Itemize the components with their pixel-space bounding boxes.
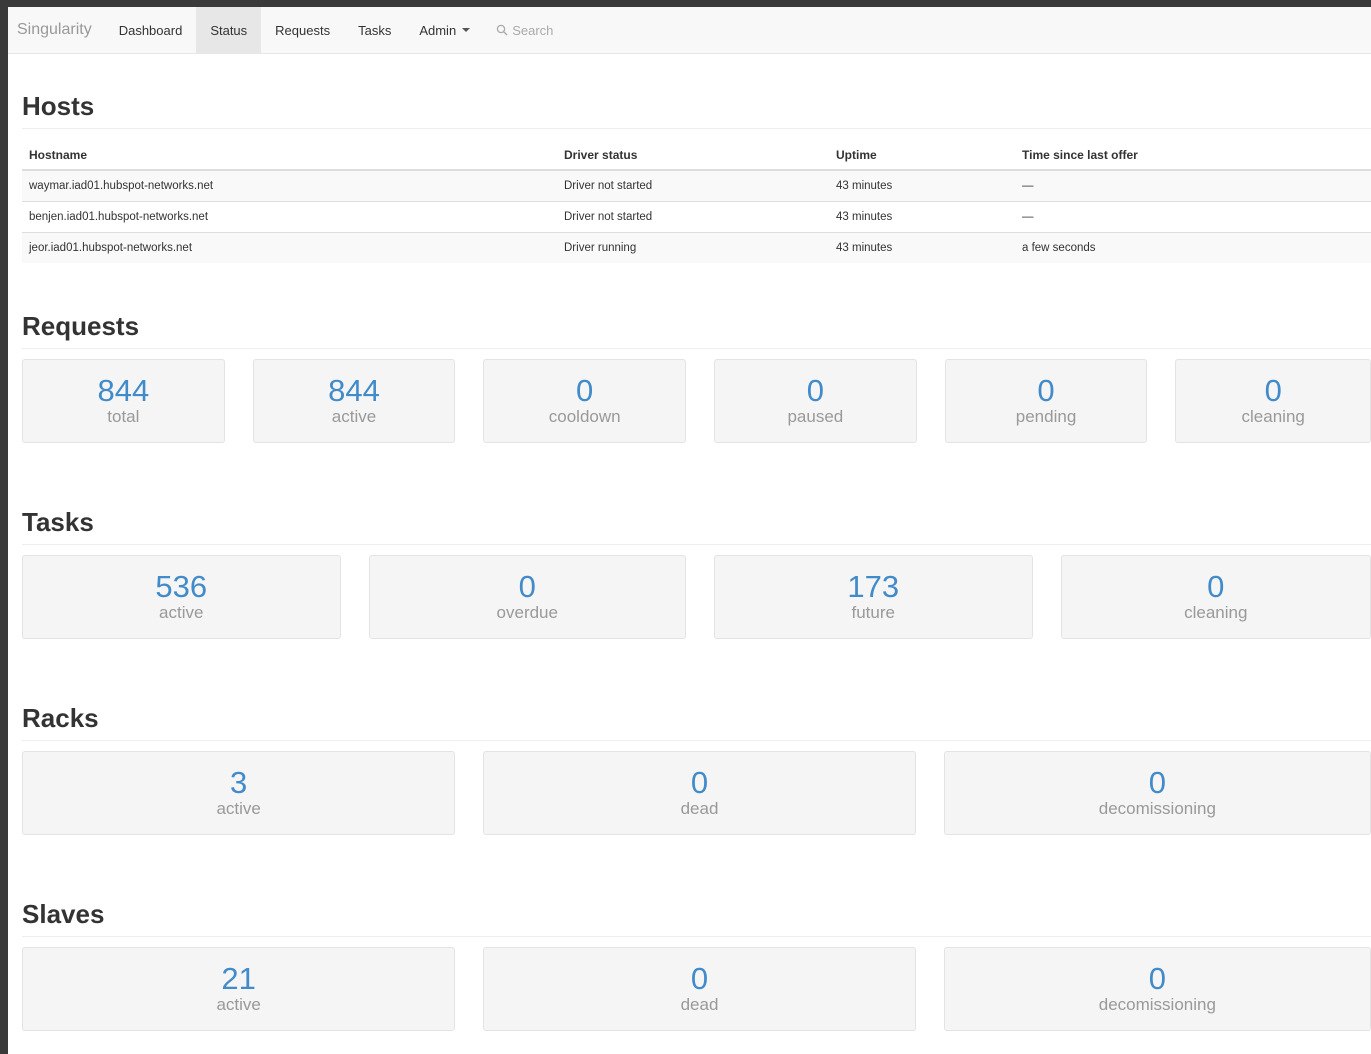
brand-link[interactable]: Singularity xyxy=(8,7,105,53)
tasks-stats: 536 active 0 overdue 173 future 0 cleani… xyxy=(22,555,1371,639)
column-header-driver-status[interactable]: Driver status xyxy=(557,141,829,171)
stat-requests-pending[interactable]: 0 pending xyxy=(944,359,1148,443)
stat-label: dead xyxy=(680,995,719,1014)
caret-down-icon xyxy=(462,28,471,32)
driver-status-cell: Driver running xyxy=(557,232,829,263)
tasks-section: Tasks 536 active 0 overdue 173 future 0 … xyxy=(22,507,1371,639)
navbar: Singularity Dashboard Status Requests Ta… xyxy=(8,7,1371,54)
requests-heading: Requests xyxy=(22,311,1371,349)
table-row: benjen.iad01.hubspot-networks.net Driver… xyxy=(22,201,1371,233)
hostname-cell: jeor.iad01.hubspot-networks.net xyxy=(22,232,557,263)
stat-value: 844 xyxy=(97,373,150,408)
slaves-section: Slaves 21 active 0 dead 0 decomissioning xyxy=(22,899,1371,1031)
hostname-cell: waymar.iad01.hubspot-networks.net xyxy=(22,169,557,202)
stat-requests-active[interactable]: 844 active xyxy=(252,359,456,443)
stat-label: decomissioning xyxy=(1098,799,1216,818)
nav-admin-dropdown[interactable]: Admin xyxy=(405,7,484,53)
last-offer-cell: a few seconds xyxy=(1015,232,1371,263)
table-row: waymar.iad01.hubspot-networks.net Driver… xyxy=(22,169,1371,202)
stat-value: 0 xyxy=(690,765,709,800)
hosts-section: Hosts Hostname Driver status Uptime Time… xyxy=(22,91,1371,263)
nav-admin-label: Admin xyxy=(419,22,457,38)
column-header-uptime[interactable]: Uptime xyxy=(829,141,1015,171)
stat-value: 0 xyxy=(690,961,709,996)
stat-label: active xyxy=(216,799,261,818)
stat-requests-cooldown[interactable]: 0 cooldown xyxy=(483,359,687,443)
stat-requests-cleaning[interactable]: 0 cleaning xyxy=(1175,359,1371,443)
stat-racks-decomissioning[interactable]: 0 decomissioning xyxy=(943,751,1371,835)
stat-value: 0 xyxy=(1148,961,1166,996)
table-row: jeor.iad01.hubspot-networks.net Driver r… xyxy=(22,232,1371,263)
stat-tasks-cleaning[interactable]: 0 cleaning xyxy=(1060,555,1371,639)
last-offer-cell: — xyxy=(1015,201,1371,233)
racks-stats: 3 active 0 dead 0 decomissioning xyxy=(22,751,1371,835)
stat-value: 3 xyxy=(230,765,248,800)
stat-label: future xyxy=(851,603,895,622)
stat-label: cleaning xyxy=(1241,407,1305,426)
stat-value: 536 xyxy=(155,569,208,604)
stat-label: active xyxy=(159,603,204,622)
slaves-heading: Slaves xyxy=(22,899,1371,937)
status-page: Hosts Hostname Driver status Uptime Time… xyxy=(8,91,1371,1031)
stat-value: 0 xyxy=(1148,765,1166,800)
nav-tasks[interactable]: Tasks xyxy=(344,7,405,53)
requests-section: Requests 844 total 844 active 0 cooldown… xyxy=(22,311,1371,443)
stat-label: cleaning xyxy=(1184,603,1248,622)
stat-label: total xyxy=(107,407,140,426)
column-header-last-offer[interactable]: Time since last offer xyxy=(1015,141,1371,171)
stat-requests-paused[interactable]: 0 paused xyxy=(714,359,917,443)
stat-value: 844 xyxy=(328,373,380,408)
table-header-row: Hostname Driver status Uptime Time since… xyxy=(22,141,1371,171)
app-window: Singularity Dashboard Status Requests Ta… xyxy=(8,7,1371,1054)
stat-label: cooldown xyxy=(548,407,621,426)
stat-requests-total[interactable]: 844 total xyxy=(22,359,225,443)
stat-label: pending xyxy=(1015,407,1077,426)
stat-value: 0 xyxy=(1207,569,1225,604)
stat-value: 0 xyxy=(1264,373,1282,408)
stat-value: 0 xyxy=(576,373,594,408)
last-offer-cell: — xyxy=(1015,169,1371,202)
stat-label: active xyxy=(331,407,377,426)
hosts-heading: Hosts xyxy=(22,91,1371,129)
stat-label: overdue xyxy=(496,603,558,622)
stat-value: 0 xyxy=(518,569,536,604)
column-header-hostname[interactable]: Hostname xyxy=(22,141,557,171)
uptime-cell: 43 minutes xyxy=(829,232,1015,263)
uptime-cell: 43 minutes xyxy=(829,169,1015,202)
stat-slaves-active[interactable]: 21 active xyxy=(22,947,456,1031)
tasks-heading: Tasks xyxy=(22,507,1371,545)
stat-racks-active[interactable]: 3 active xyxy=(22,751,456,835)
nav-status[interactable]: Status xyxy=(196,7,262,53)
stat-value: 173 xyxy=(847,569,900,604)
driver-status-cell: Driver not started xyxy=(557,169,829,202)
stat-value: 0 xyxy=(1037,373,1055,408)
search-box xyxy=(484,7,644,53)
driver-status-cell: Driver not started xyxy=(557,201,829,233)
racks-heading: Racks xyxy=(22,703,1371,741)
racks-section: Racks 3 active 0 dead 0 decomissioning xyxy=(22,703,1371,835)
stat-racks-dead[interactable]: 0 dead xyxy=(483,751,916,835)
stat-tasks-active[interactable]: 536 active xyxy=(22,555,341,639)
hostname-cell: benjen.iad01.hubspot-networks.net xyxy=(22,201,557,233)
stat-value: 21 xyxy=(221,961,256,996)
uptime-cell: 43 minutes xyxy=(829,201,1015,233)
stat-slaves-decomissioning[interactable]: 0 decomissioning xyxy=(943,947,1371,1031)
stat-label: paused xyxy=(787,407,844,426)
stat-slaves-dead[interactable]: 0 dead xyxy=(483,947,916,1031)
stat-label: active xyxy=(216,995,261,1014)
stat-label: decomissioning xyxy=(1098,995,1216,1014)
nav-dashboard[interactable]: Dashboard xyxy=(105,7,197,53)
stat-tasks-future[interactable]: 173 future xyxy=(714,555,1033,639)
search-input[interactable] xyxy=(508,22,633,38)
hosts-table: Hostname Driver status Uptime Time since… xyxy=(22,141,1371,263)
stat-value: 0 xyxy=(806,373,824,408)
search-icon xyxy=(496,24,508,36)
stat-label: dead xyxy=(680,799,719,818)
requests-stats: 844 total 844 active 0 cooldown 0 paused… xyxy=(22,359,1371,443)
slaves-stats: 21 active 0 dead 0 decomissioning xyxy=(22,947,1371,1031)
nav-requests[interactable]: Requests xyxy=(261,7,344,53)
stat-tasks-overdue[interactable]: 0 overdue xyxy=(368,555,686,639)
